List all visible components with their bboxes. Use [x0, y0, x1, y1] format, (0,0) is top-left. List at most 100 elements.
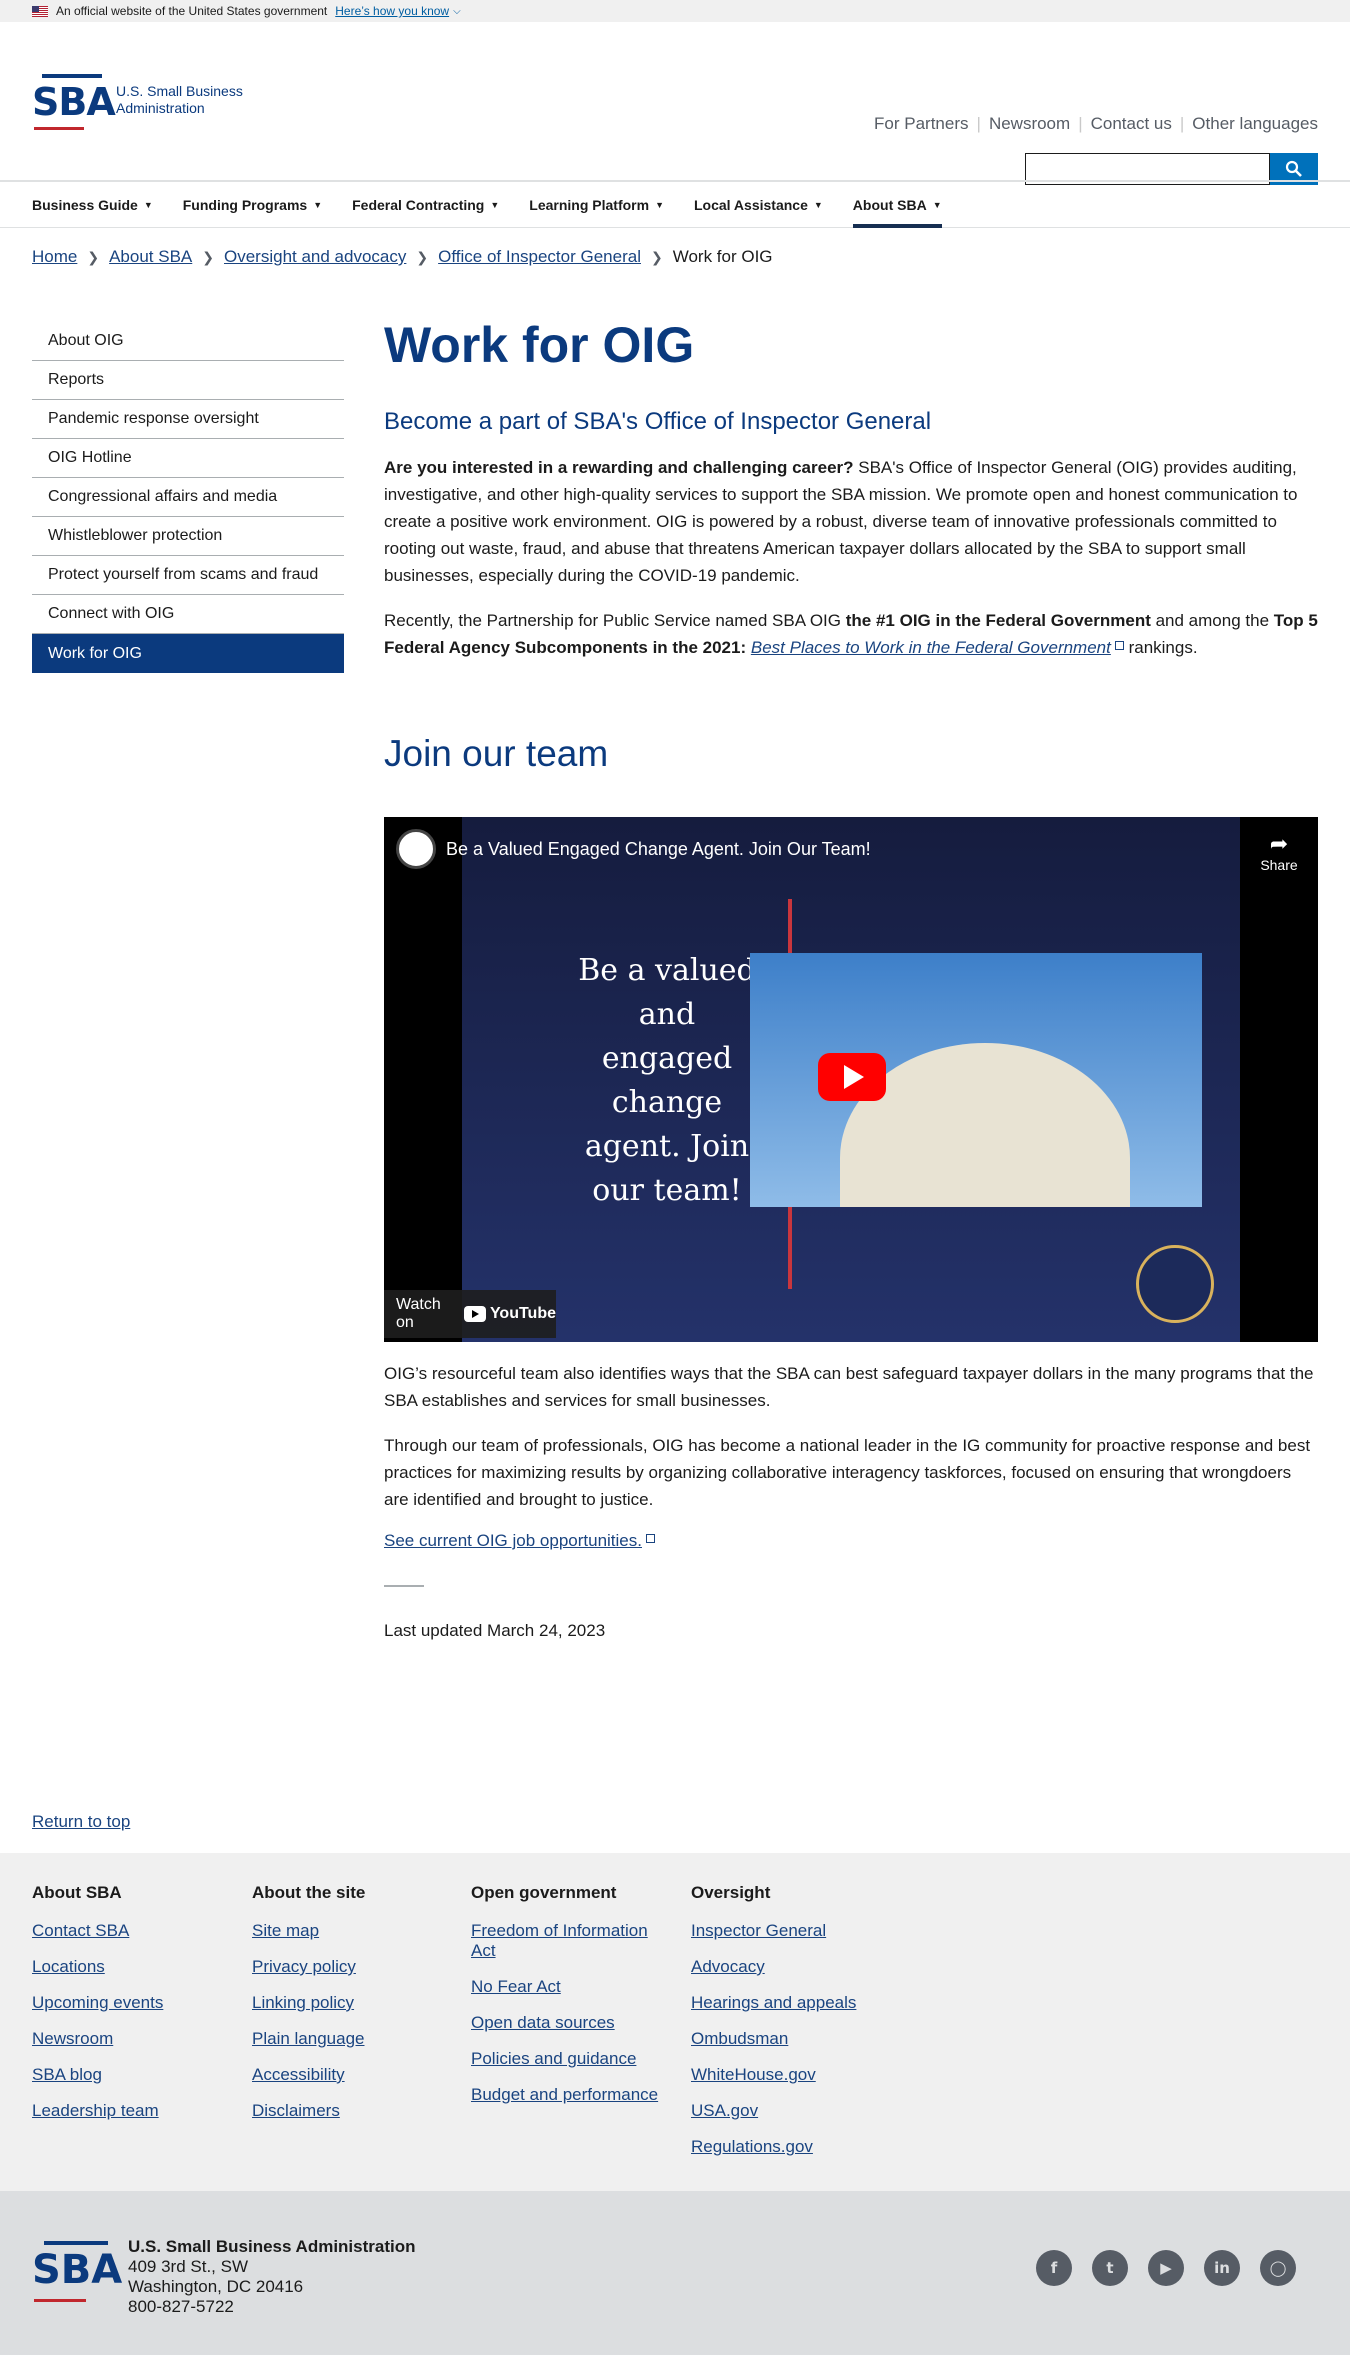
- play-button[interactable]: [818, 1053, 886, 1101]
- nav-business-guide[interactable]: Business Guide ▼: [32, 182, 153, 228]
- chevron-right-icon: ❯: [416, 248, 429, 265]
- gov-banner-text: An official website of the United States…: [56, 4, 328, 18]
- footer-link[interactable]: Policies and guidance: [471, 2049, 671, 2069]
- breadcrumb-home[interactable]: Home: [32, 247, 77, 267]
- footer-link[interactable]: SBA blog: [32, 2065, 232, 2085]
- share-button[interactable]: ➦ Share: [1254, 831, 1304, 873]
- footer-link[interactable]: Open data sources: [471, 2013, 671, 2033]
- footer-link[interactable]: WhiteHouse.gov: [691, 2065, 891, 2085]
- heres-how-you-know-link[interactable]: Here’s how you know: [335, 4, 449, 18]
- best-places-link[interactable]: Best Places to Work in the Federal Gover…: [751, 638, 1111, 657]
- sidenav-about-oig[interactable]: About OIG: [32, 322, 344, 361]
- footer-link[interactable]: Locations: [32, 1957, 232, 1977]
- footer-link[interactable]: Newsroom: [32, 2029, 232, 2049]
- footer-link[interactable]: Disclaimers: [252, 2101, 452, 2121]
- main-nav: Business Guide ▼ Funding Programs ▼ Federa…: [0, 180, 1350, 228]
- nav-funding-programs[interactable]: Funding Programs ▼: [183, 182, 322, 228]
- youtube-icon: [463, 1306, 486, 1322]
- breadcrumb-oig[interactable]: Office of Inspector General: [438, 247, 641, 267]
- logo-line1: U.S. Small Business: [116, 83, 243, 99]
- footer-link[interactable]: Inspector General: [691, 1921, 891, 1941]
- linkedin-icon[interactable]: in: [1204, 2250, 1240, 2286]
- footer-link[interactable]: Contact SBA: [32, 1921, 232, 1941]
- footer-link[interactable]: Freedom of Information Act: [471, 1921, 671, 1961]
- breadcrumb-about-sba[interactable]: About SBA: [109, 247, 192, 267]
- external-link-icon: [1114, 641, 1124, 650]
- breadcrumb-oversight[interactable]: Oversight and advocacy: [224, 247, 406, 267]
- nav-local-assistance[interactable]: Local Assistance ▼: [694, 182, 823, 228]
- chevron-right-icon: ❯: [650, 248, 663, 265]
- util-link-newsroom[interactable]: Newsroom: [989, 114, 1070, 134]
- footer-link[interactable]: Accessibility: [252, 2065, 452, 2085]
- footer-link[interactable]: Advocacy: [691, 1957, 891, 1977]
- footer-link[interactable]: Regulations.gov: [691, 2137, 891, 2157]
- national-leader-paragraph: Through our team of professionals, OIG h…: [384, 1436, 1311, 1509]
- youtube-video-player[interactable]: Be a valued and engaged change agent. Jo…: [384, 817, 1318, 1342]
- footer-link[interactable]: Site map: [252, 1921, 452, 1941]
- util-link-other-languages[interactable]: Other languages: [1192, 114, 1318, 134]
- chevron-down-icon[interactable]: ⌵: [453, 6, 461, 17]
- channel-avatar[interactable]: [396, 829, 436, 869]
- video-title[interactable]: Be a Valued Engaged Change Agent. Join O…: [446, 839, 871, 860]
- search-icon: [1285, 160, 1302, 177]
- social-links: f t ▶ in ◯: [1016, 2250, 1296, 2286]
- footer-link[interactable]: Leadership team: [32, 2101, 232, 2121]
- logo-line2: Administration: [116, 100, 205, 116]
- footer-link[interactable]: No Fear Act: [471, 1977, 671, 1997]
- footer-link[interactable]: Hearings and appeals: [691, 1993, 891, 2013]
- divider: [384, 1585, 424, 1587]
- sidenav-connect-with-oig[interactable]: Connect with OIG: [32, 595, 344, 634]
- logo-text: U.S. Small Business Administration: [116, 83, 243, 117]
- nav-federal-contracting[interactable]: Federal Contracting ▼: [352, 182, 499, 228]
- chevron-right-icon: ❯: [87, 248, 100, 265]
- footer-heading: Oversight: [691, 1883, 771, 1902]
- sidenav-protect-yourself[interactable]: Protect yourself from scams and fraud: [32, 556, 344, 595]
- footer-link[interactable]: Plain language: [252, 2029, 452, 2049]
- watch-on-youtube-button[interactable]: Watch on YouTube: [384, 1290, 556, 1338]
- footer-link[interactable]: USA.gov: [691, 2101, 891, 2121]
- sba-logo[interactable]: SBA U.S. Small Business Administration: [32, 72, 243, 130]
- footer-col-oversight: Oversight Inspector General Advocacy Hea…: [691, 1883, 891, 2173]
- instagram-icon[interactable]: ◯: [1260, 2250, 1296, 2286]
- facebook-icon[interactable]: f: [1036, 2250, 1072, 2286]
- address-line1: 409 3rd St., SW: [128, 2257, 248, 2276]
- youtube-icon[interactable]: ▶: [1148, 2250, 1184, 2286]
- footer-links: About SBA Contact SBA Locations Upcoming…: [0, 1853, 1350, 2191]
- twitter-icon[interactable]: t: [1092, 2250, 1128, 2286]
- share-icon: ➦: [1269, 831, 1289, 856]
- address-line2: Washington, DC 20416: [128, 2277, 304, 2296]
- footer-link[interactable]: Privacy policy: [252, 1957, 452, 1977]
- sba-logo-mark: SBA: [32, 72, 116, 130]
- footer-col-about-sba: About SBA Contact SBA Locations Upcoming…: [32, 1883, 232, 2137]
- sba-footer-logo[interactable]: SBA: [32, 2241, 122, 2303]
- util-link-for-partners[interactable]: For Partners: [874, 114, 968, 134]
- footer-heading: About the site: [252, 1883, 366, 1902]
- footer-link[interactable]: Upcoming events: [32, 1993, 232, 2013]
- last-updated: Last updated March 24, 2023: [384, 1621, 606, 1640]
- page-subtitle: Become a part of SBA's Office of Inspect…: [384, 408, 932, 435]
- chevron-down-icon: ▼: [655, 199, 664, 210]
- sidenav-oig-hotline[interactable]: OIG Hotline: [32, 439, 344, 478]
- footer-identity: SBA U.S. Small Business Administration 4…: [0, 2191, 1350, 2355]
- nav-learning-platform[interactable]: Learning Platform ▼: [529, 182, 664, 228]
- footer-link[interactable]: Ombudsman: [691, 2029, 891, 2049]
- sidenav-congressional-affairs[interactable]: Congressional affairs and media: [32, 478, 344, 517]
- sidenav-whistleblower[interactable]: Whistleblower protection: [32, 517, 344, 556]
- footer-link[interactable]: Budget and performance: [471, 2085, 671, 2105]
- footer-col-open-government: Open government Freedom of Information A…: [471, 1883, 671, 2121]
- side-nav: About OIG Reports Pandemic response over…: [32, 322, 344, 673]
- footer-address: U.S. Small Business Administration 409 3…: [128, 2237, 416, 2317]
- nav-about-sba[interactable]: About SBA ▼: [852, 182, 942, 228]
- footer-link[interactable]: Linking policy: [252, 1993, 452, 2013]
- job-opportunities-link[interactable]: See current OIG job opportunities.: [384, 1531, 642, 1550]
- video-thumbnail-text: Be a valued and engaged change agent. Jo…: [578, 953, 756, 1208]
- page-title: Work for OIG: [384, 317, 695, 373]
- gov-banner: An official website of the United States…: [0, 0, 1350, 22]
- phone: 800-827-5722: [128, 2297, 234, 2316]
- sidenav-pandemic-response[interactable]: Pandemic response oversight: [32, 400, 344, 439]
- chevron-right-icon: ❯: [202, 248, 214, 265]
- util-link-contact-us[interactable]: Contact us: [1091, 114, 1172, 134]
- sidenav-reports[interactable]: Reports: [32, 361, 344, 400]
- return-to-top-link[interactable]: Return to top: [32, 1812, 130, 1832]
- sidenav-work-for-oig[interactable]: Work for OIG: [32, 634, 344, 673]
